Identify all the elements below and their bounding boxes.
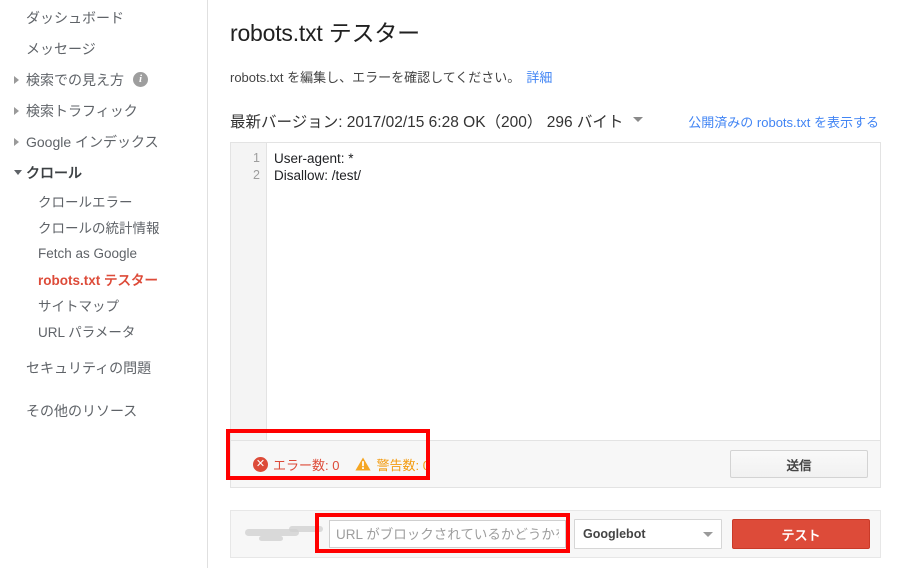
user-agent-selected-label: Googlebot — [583, 527, 646, 541]
learn-more-link[interactable]: 詳細 — [526, 70, 552, 85]
warning-triangle-icon — [355, 457, 372, 471]
info-icon[interactable]: i — [133, 72, 148, 87]
sidebar-item-search-appearance[interactable]: 検索での見え方 i — [0, 64, 207, 95]
robots-txt-tester-page: ダッシュボード メッセージ 検索での見え方 i 検索トラフィック Google … — [0, 0, 907, 568]
sidebar-item-label: Google インデックス — [26, 133, 159, 150]
version-label: 最新バージョン: 2017/02/15 6:28 OK（200） 296 バイト — [230, 114, 624, 131]
redacted-domain-prefix — [243, 525, 329, 543]
sidebar-item-crawl[interactable]: クロール — [0, 157, 207, 188]
sidebar-item-label: ダッシュボード — [26, 9, 124, 26]
view-published-robots-link[interactable]: 公開済みの robots.txt を表示する — [688, 112, 881, 131]
sidebar-item-label: セキュリティの問題 — [26, 359, 152, 376]
chevron-right-icon — [14, 75, 19, 84]
sidebar-item-label: クロール — [26, 164, 82, 181]
code-line: Disallow: /test/ — [274, 168, 362, 183]
chevron-right-icon — [14, 106, 19, 115]
editor-code-area[interactable]: User-agent: * Disallow: /test/ — [267, 143, 880, 440]
error-count-label: エラー数: 0 — [273, 457, 340, 473]
sidebar-subitem-label: URL パラメータ — [38, 325, 136, 340]
url-test-bar: Googlebot テスト — [230, 510, 881, 558]
editor-line-number-gutter: 1 2 — [231, 143, 267, 440]
line-number: 2 — [253, 168, 260, 182]
error-circle-icon: ✕ — [253, 456, 268, 472]
sidebar-item-label: 検索トラフィック — [26, 102, 138, 119]
sidebar-subitem-label: クロールエラー — [38, 195, 133, 210]
sidebar-subitem-label: robots.txt テスター — [38, 273, 158, 288]
sidebar-subitem-label: クロールの統計情報 — [38, 221, 160, 236]
sidebar-item-messages[interactable]: メッセージ — [0, 33, 207, 64]
sidebar-item-url-parameters[interactable]: URL パラメータ — [0, 318, 207, 344]
chevron-down-icon — [633, 117, 644, 123]
user-agent-select[interactable]: Googlebot — [574, 519, 722, 549]
page-title: robots.txt テスター — [230, 20, 420, 46]
test-button[interactable]: テスト — [732, 519, 870, 549]
sidebar-item-dashboard[interactable]: ダッシュボード — [0, 2, 207, 33]
editor-status-bar: ✕ エラー数: 0 警告数: 0 送信 — [230, 440, 881, 488]
url-input[interactable] — [329, 520, 566, 548]
sidebar-item-other-resources[interactable]: その他のリソース — [0, 395, 207, 426]
page-subtitle-text: robots.txt を編集し、エラーを確認してください。 — [230, 70, 521, 85]
submit-button[interactable]: 送信 — [730, 450, 868, 478]
sidebar-item-fetch-as-google[interactable]: Fetch as Google — [0, 240, 207, 266]
warning-count-label: 警告数: 0 — [376, 457, 430, 473]
sidebar-item-search-traffic[interactable]: 検索トラフィック — [0, 95, 207, 126]
sidebar-item-security-issues[interactable]: セキュリティの問題 — [0, 352, 207, 383]
sidebar: ダッシュボード メッセージ 検索での見え方 i 検索トラフィック Google … — [0, 0, 208, 568]
line-number: 1 — [253, 151, 260, 165]
sidebar-item-label: その他のリソース — [26, 402, 138, 419]
sidebar-item-sitemaps[interactable]: サイトマップ — [0, 292, 207, 318]
chevron-down-icon — [703, 531, 713, 537]
chevron-right-icon — [14, 137, 19, 146]
error-count: ✕ エラー数: 0 — [253, 455, 339, 474]
sidebar-item-robots-txt-tester[interactable]: robots.txt テスター — [0, 266, 207, 292]
chevron-down-icon — [14, 170, 22, 175]
sidebar-item-crawl-errors[interactable]: クロールエラー — [0, 188, 207, 214]
page-subtitle: robots.txt を編集し、エラーを確認してください。 詳細 — [230, 67, 881, 86]
sidebar-item-google-index[interactable]: Google インデックス — [0, 126, 207, 157]
validation-counts: ✕ エラー数: 0 警告数: 0 — [253, 455, 430, 474]
sidebar-subitem-label: サイトマップ — [38, 299, 119, 314]
version-row: 最新バージョン: 2017/02/15 6:28 OK（200） 296 バイト… — [230, 110, 881, 132]
robots-txt-editor[interactable]: 1 2 User-agent: * Disallow: /test/ — [230, 142, 881, 440]
main-content: robots.txt テスター robots.txt を編集し、エラーを確認して… — [208, 0, 907, 568]
sidebar-item-label: メッセージ — [26, 40, 96, 57]
warning-count: 警告数: 0 — [355, 455, 430, 474]
code-line: User-agent: * — [274, 151, 354, 166]
sidebar-item-crawl-stats[interactable]: クロールの統計情報 — [0, 214, 207, 240]
version-dropdown[interactable]: 最新バージョン: 2017/02/15 6:28 OK（200） 296 バイト — [230, 110, 644, 132]
sidebar-item-label: 検索での見え方 — [26, 71, 124, 88]
sidebar-subitem-label: Fetch as Google — [38, 245, 138, 261]
